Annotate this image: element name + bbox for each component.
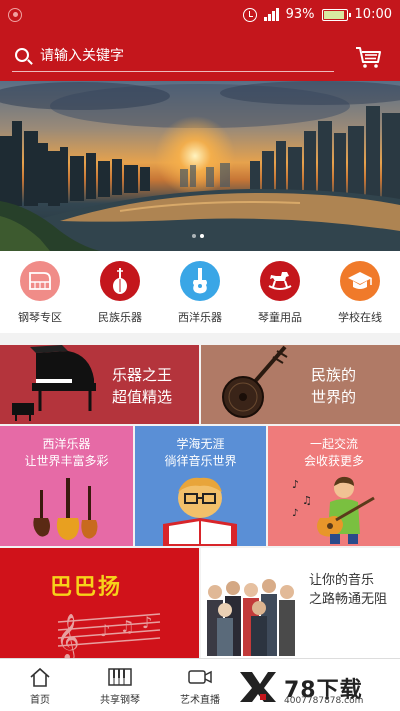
tile-learn[interactable]: 学海无涯 徜徉音乐世界 bbox=[135, 426, 266, 546]
guitar-icon bbox=[180, 261, 220, 301]
music-staff-image: 𝄞 ♪ ♫ ♪ bbox=[56, 613, 161, 658]
signal-icon bbox=[263, 8, 279, 21]
category-folk[interactable]: 民族乐器 bbox=[80, 251, 160, 333]
status-bar: 93% 10:00 bbox=[0, 0, 400, 29]
svg-text:♫: ♫ bbox=[120, 617, 134, 636]
video-camera-icon bbox=[188, 670, 212, 684]
svg-text:♪: ♪ bbox=[292, 508, 298, 519]
tile-title: 西洋乐器 bbox=[42, 437, 91, 451]
tile-subtitle: 会收获更多 bbox=[303, 454, 364, 469]
category-label: 学校在线 bbox=[338, 311, 382, 324]
grand-piano-image bbox=[12, 345, 96, 421]
tile-title: 乐器之王 bbox=[112, 366, 173, 384]
tile-folk-text: 民族的 世界的 bbox=[311, 365, 356, 409]
status-indicators: 93% 10:00 bbox=[242, 7, 392, 22]
nav-label: 首页 bbox=[30, 695, 50, 706]
guitarist-image: ♪ ♫ ♪ bbox=[292, 476, 375, 544]
piano-icon bbox=[20, 261, 60, 301]
battery-percent: 93% bbox=[285, 7, 315, 22]
tile-subtitle: 让世界丰富多彩 bbox=[24, 454, 109, 469]
svg-text:𝄞: 𝄞 bbox=[56, 614, 80, 658]
nav-label: 艺术直播 bbox=[180, 695, 220, 706]
category-label: 民族乐器 bbox=[98, 311, 142, 324]
tile-subtitle: 超值精选 bbox=[112, 387, 173, 406]
category-school[interactable]: 学校在线 bbox=[320, 251, 400, 333]
carousel-dot-active[interactable] bbox=[200, 234, 204, 238]
tile-piano-text: 乐器之王 超值精选 bbox=[112, 365, 172, 409]
tile-subtitle: 徜徉音乐世界 bbox=[164, 454, 237, 469]
nav-art-live[interactable]: 艺术直播 bbox=[160, 659, 240, 711]
city-skyline-image bbox=[0, 81, 400, 251]
cart-icon[interactable] bbox=[354, 45, 382, 69]
category-label: 琴童用品 bbox=[258, 311, 302, 324]
tile-title: 学海无涯 bbox=[176, 437, 225, 451]
nav-home[interactable]: 首页 bbox=[0, 659, 80, 711]
search-input[interactable] bbox=[40, 45, 330, 67]
tile-title: 民族的 bbox=[311, 366, 357, 384]
tile-piano[interactable]: 乐器之王 超值精选 bbox=[0, 345, 199, 424]
tile-music-road-text: 让你的音乐 之路畅通无阻 bbox=[309, 572, 387, 610]
banner-carousel[interactable] bbox=[0, 81, 400, 251]
tile-subtitle: 世界的 bbox=[311, 387, 357, 406]
carousel-indicator bbox=[192, 234, 204, 238]
business-people-image bbox=[207, 579, 295, 656]
svg-text:♪: ♪ bbox=[100, 621, 110, 640]
tile-babayang[interactable]: 巴巴扬 𝄞 ♪ ♫ ♪ bbox=[0, 548, 199, 658]
home-icon bbox=[30, 667, 50, 687]
nav-label: 共享钢琴 bbox=[100, 695, 140, 706]
tile-share-text: 一起交流 会收获更多 bbox=[268, 436, 400, 471]
piano-keys-icon bbox=[108, 668, 132, 686]
category-bar: 钢琴专区 民族乐器 西洋乐器 琴童用品 学校在线 bbox=[0, 251, 400, 333]
pipa-image bbox=[222, 345, 288, 418]
category-label: 西洋乐器 bbox=[178, 311, 222, 324]
graduation-cap-icon bbox=[340, 261, 380, 301]
tile-title: 一起交流 bbox=[309, 437, 358, 451]
rocking-horse-icon bbox=[260, 261, 300, 301]
watermark-logo bbox=[240, 672, 276, 702]
tile-title: 让你的音乐 bbox=[309, 573, 375, 588]
guitars-image bbox=[33, 478, 98, 540]
tile-western[interactable]: 西洋乐器 让世界丰富多彩 bbox=[0, 426, 133, 546]
tile-share[interactable]: 一起交流 会收获更多 ♪ ♫ ♪ bbox=[268, 426, 400, 546]
clock: 10:00 bbox=[354, 7, 392, 22]
battery-icon bbox=[321, 8, 351, 21]
search-underline bbox=[12, 71, 334, 72]
notification-icon bbox=[8, 7, 22, 22]
watermark-url: 4007787878.com bbox=[284, 696, 364, 706]
tile-subtitle: 之路畅通无阻 bbox=[309, 591, 388, 607]
svg-text:♪: ♪ bbox=[142, 613, 152, 632]
category-kids[interactable]: 琴童用品 bbox=[240, 251, 320, 333]
pipa-icon bbox=[100, 261, 140, 301]
reading-boy-image bbox=[163, 477, 237, 546]
tile-folk[interactable]: 民族的 世界的 bbox=[201, 345, 400, 424]
search-icon bbox=[15, 48, 29, 62]
category-piano[interactable]: 钢琴专区 bbox=[0, 251, 80, 333]
tile-learn-text: 学海无涯 徜徉音乐世界 bbox=[135, 436, 266, 471]
tile-music-road[interactable]: 让你的音乐 之路畅通无阻 bbox=[201, 548, 400, 658]
category-western[interactable]: 西洋乐器 bbox=[160, 251, 240, 333]
category-label: 钢琴专区 bbox=[18, 311, 62, 324]
babayang-logo-text: 巴巴扬 bbox=[50, 575, 123, 600]
tile-western-text: 西洋乐器 让世界丰富多彩 bbox=[0, 436, 133, 471]
nav-shared-piano[interactable]: 共享钢琴 bbox=[80, 659, 160, 711]
carousel-dot[interactable] bbox=[192, 234, 196, 238]
header bbox=[0, 29, 400, 81]
svg-text:♫: ♫ bbox=[302, 494, 312, 507]
svg-text:♪: ♪ bbox=[292, 478, 299, 491]
alarm-icon bbox=[242, 7, 257, 22]
